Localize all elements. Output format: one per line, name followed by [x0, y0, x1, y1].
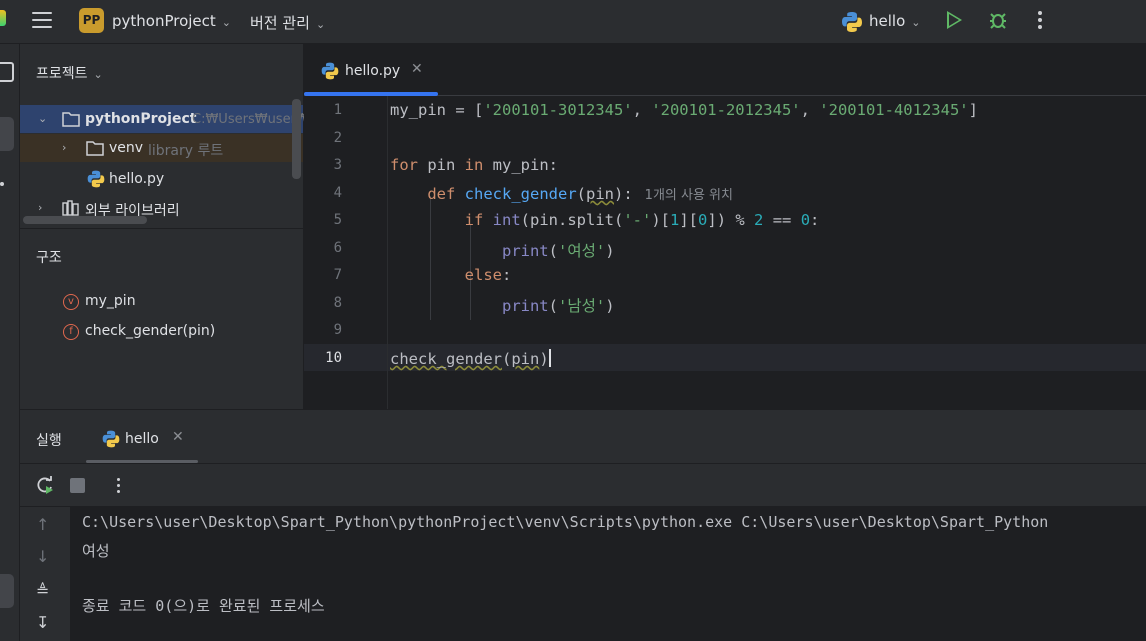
run-tab-hello[interactable]: hello ✕ — [86, 410, 198, 463]
tree-item-label: venv — [109, 140, 144, 156]
tree-item-tag: library 루트 — [148, 143, 224, 159]
variable-icon: v — [63, 294, 79, 310]
more-tools-icon[interactable] — [0, 182, 4, 186]
python-icon — [102, 430, 120, 448]
text-caret — [548, 349, 551, 367]
more-options-icon[interactable] — [1038, 11, 1042, 29]
arrow-down-icon[interactable]: ↓ — [36, 547, 49, 566]
console-line: 종료 코드 0(으)로 완료된 프로세스 — [82, 597, 325, 615]
code-line-10[interactable]: check_gender(pin) — [390, 349, 551, 368]
line-number: 7 — [333, 267, 342, 283]
run-panel-title: 실행 — [36, 433, 62, 449]
line-number: 1 — [333, 102, 342, 118]
console-line: 여성 — [82, 542, 110, 560]
active-tab-indicator — [304, 92, 438, 96]
run-toolbar — [20, 463, 1146, 507]
vertical-scrollbar[interactable] — [292, 99, 301, 179]
project-name-label: pythonProject — [112, 12, 216, 30]
app-logo-icon — [0, 10, 6, 26]
tree-item-label: pythonProject — [85, 111, 197, 127]
console-output[interactable]: C:\Users\user\Desktop\Spart_Python\pytho… — [70, 507, 1146, 641]
python-icon — [842, 12, 862, 32]
usage-hint[interactable]: 1개의 사용 위치 — [645, 188, 733, 203]
close-icon[interactable]: ✕ — [411, 61, 423, 77]
horizontal-scrollbar[interactable] — [23, 216, 147, 224]
code-line-8[interactable]: print('남성') — [390, 294, 615, 316]
library-icon — [62, 200, 79, 216]
scroll-to-end-icon[interactable]: ↧ — [36, 613, 49, 632]
project-panel-title[interactable]: 프로젝트 ⌄ — [36, 63, 103, 83]
structure-item-label: check_gender(pin) — [85, 323, 216, 339]
code-editor: hello.py ✕ 1 2 3 4 5 6 7 8 9 10 my_pin =… — [304, 44, 1146, 409]
line-number: 2 — [333, 130, 342, 146]
close-icon[interactable]: ✕ — [172, 429, 184, 445]
soft-wrap-icon[interactable]: ≜ — [36, 581, 49, 600]
folder-icon — [62, 112, 80, 127]
tab-hello-py[interactable]: hello.py ✕ — [304, 44, 438, 96]
arrow-up-icon[interactable]: ↑ — [36, 515, 49, 534]
main-menu-icon[interactable] — [32, 12, 52, 28]
tree-item-hello-py[interactable]: hello.py — [20, 165, 303, 193]
code-line-5[interactable]: if int(pin.split('-')[1][0]) % 2 == 0: — [390, 211, 820, 229]
chevron-down-icon: ⌄ — [93, 68, 103, 81]
console-line: C:\Users\user\Desktop\Spart_Python\pytho… — [82, 513, 1049, 531]
chevron-down-icon: ⌄ — [221, 16, 232, 29]
tree-item-label: hello.py — [109, 171, 165, 187]
line-number: 8 — [333, 295, 342, 311]
python-icon — [321, 62, 339, 80]
editor-tab-bar: hello.py ✕ — [304, 44, 1146, 96]
chevron-right-icon[interactable]: › — [62, 141, 74, 154]
code-line-6[interactable]: print('여성') — [390, 239, 615, 261]
structure-panel-title: 구조 — [36, 250, 62, 266]
project-selector[interactable]: pythonProject ⌄ — [112, 12, 231, 30]
project-tool-icon[interactable] — [0, 62, 14, 82]
chevron-down-icon: ⌄ — [315, 18, 326, 31]
stop-icon[interactable] — [70, 478, 85, 493]
structure-item-label: my_pin — [85, 293, 136, 309]
chevron-down-icon: ⌄ — [911, 16, 921, 29]
chevron-down-icon[interactable]: ⌄ — [38, 112, 50, 125]
line-number: 6 — [333, 240, 342, 256]
more-options-icon[interactable] — [117, 478, 120, 496]
chevron-right-icon[interactable]: › — [38, 201, 50, 214]
run-tab-label: hello — [125, 431, 159, 447]
code-line-3[interactable]: for pin in my_pin: — [390, 156, 558, 174]
code-line-4[interactable]: def check_gender(pin): 1개의 사용 위치 — [390, 184, 733, 203]
line-number: 9 — [333, 322, 342, 338]
run-config-label: hello ⌄ — [869, 12, 921, 30]
run-panel: 실행 hello ✕ ↑ ↓ ≜ ↧ C:\Users\user\Desktop… — [20, 409, 1146, 641]
code-line-1[interactable]: my_pin = ['200101-3012345', '200101-2012… — [390, 101, 978, 119]
tool-window-strip — [0, 44, 20, 641]
vcs-label: 버전 관리 — [250, 14, 310, 32]
line-number: 4 — [333, 185, 342, 201]
tab-label: hello.py — [345, 63, 401, 79]
line-number: 3 — [333, 157, 342, 173]
gutter-divider — [387, 96, 388, 409]
line-number: 10 — [325, 350, 342, 366]
project-panel: 프로젝트 ⌄ ⌄ pythonProject C:₩Users₩user₩ › v… — [20, 44, 309, 409]
panel-divider[interactable] — [20, 228, 303, 229]
function-icon: f — [63, 324, 79, 340]
folder-icon — [86, 141, 104, 156]
rerun-icon[interactable] — [36, 476, 54, 494]
title-bar: PP pythonProject ⌄ 버전 관리 ⌄ hello ⌄ — [0, 0, 1146, 44]
project-badge[interactable]: PP — [79, 8, 104, 33]
run-tool-icon[interactable] — [0, 574, 14, 608]
python-icon — [87, 170, 105, 188]
console-side-toolbar: ↑ ↓ ≜ ↧ — [20, 507, 70, 641]
run-play-icon[interactable] — [947, 11, 962, 29]
structure-tool-icon[interactable] — [0, 117, 14, 151]
debug-bug-icon[interactable] — [988, 10, 1008, 30]
tree-item-venv[interactable]: › venv library 루트 — [20, 134, 303, 162]
tree-item-pythonproject[interactable]: ⌄ pythonProject C:₩Users₩user₩ — [20, 105, 309, 133]
code-line-7[interactable]: else: — [390, 266, 512, 284]
vcs-menu[interactable]: 버전 관리 ⌄ — [250, 12, 325, 33]
line-number: 5 — [333, 212, 342, 228]
